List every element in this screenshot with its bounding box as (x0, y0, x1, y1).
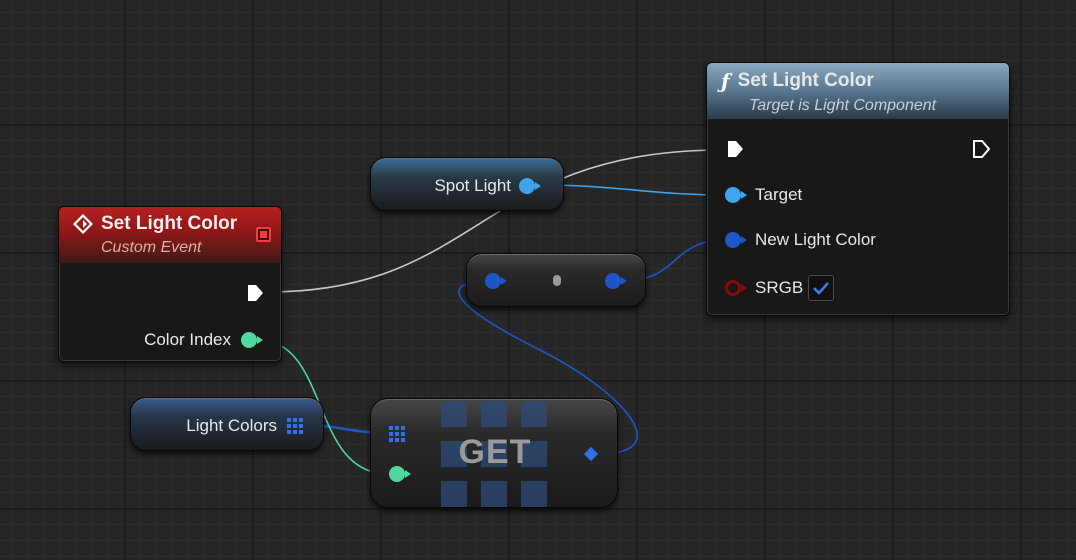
event-exec-out-pin[interactable] (245, 283, 265, 303)
target-in-pin[interactable] (725, 187, 741, 203)
srgb-checkbox[interactable] (808, 275, 834, 301)
spot-light-label: Spot Light (434, 176, 511, 195)
srgb-label: SRGB (755, 278, 804, 297)
reroute-center-dot (553, 275, 561, 286)
array-grid-icon[interactable] (287, 418, 303, 434)
get-output-pin[interactable] (583, 446, 599, 462)
function-f-icon: ƒ (721, 69, 730, 93)
spot-light-out-pin[interactable] (519, 178, 535, 194)
new-light-color-pin-arrow (741, 236, 747, 244)
get-index-arrow (405, 470, 411, 478)
reroute-out-pin[interactable] (605, 273, 621, 289)
event-title: Set Light Color (101, 213, 238, 234)
event-subtitle: Custom Event (101, 239, 202, 256)
srgb-pin-arrow (741, 284, 747, 292)
spot-light-node[interactable]: Spot Light (370, 157, 564, 211)
function-title: Set Light Color (737, 70, 874, 91)
function-subtitle: Target is Light Component (749, 97, 937, 114)
get-index-in-pin[interactable] (389, 466, 405, 482)
reroute-in-arrow (501, 277, 507, 285)
event-diamond-icon (73, 214, 93, 234)
spot-light-pin-arrow (535, 182, 541, 190)
srgb-in-pin[interactable] (725, 280, 741, 296)
get-array-node[interactable]: GET (370, 398, 618, 508)
new-light-color-in-pin[interactable] (725, 232, 741, 248)
function-node-header: ƒ Set Light Color Target is Light Compon… (707, 63, 1009, 119)
function-exec-in-pin[interactable] (725, 139, 745, 159)
get-label: GET (458, 433, 532, 471)
color-index-pin[interactable] (241, 332, 257, 348)
custom-event-node[interactable]: Set Light Color Custom Event Color Index (58, 206, 282, 362)
new-light-color-label: New Light Color (755, 230, 876, 249)
event-node-header: Set Light Color Custom Event (59, 207, 281, 263)
delegate-square-icon[interactable] (256, 227, 271, 242)
target-pin-arrow (741, 191, 747, 199)
light-colors-label: Light Colors (186, 416, 277, 435)
target-label: Target (755, 185, 803, 204)
check-icon (813, 282, 829, 295)
get-array-in-pin[interactable] (389, 426, 405, 442)
reroute-node[interactable] (466, 253, 646, 307)
target-wire[interactable] (537, 184, 727, 196)
set-light-color-function-node[interactable]: ƒ Set Light Color Target is Light Compon… (706, 62, 1010, 316)
reroute-in-pin[interactable] (485, 273, 501, 289)
light-colors-node[interactable]: Light Colors (130, 397, 324, 451)
reroute-out-arrow (621, 277, 627, 285)
function-exec-out-pin[interactable] (971, 139, 991, 159)
color-index-pin-arrow (257, 336, 263, 344)
color-index-label: Color Index (144, 330, 231, 349)
